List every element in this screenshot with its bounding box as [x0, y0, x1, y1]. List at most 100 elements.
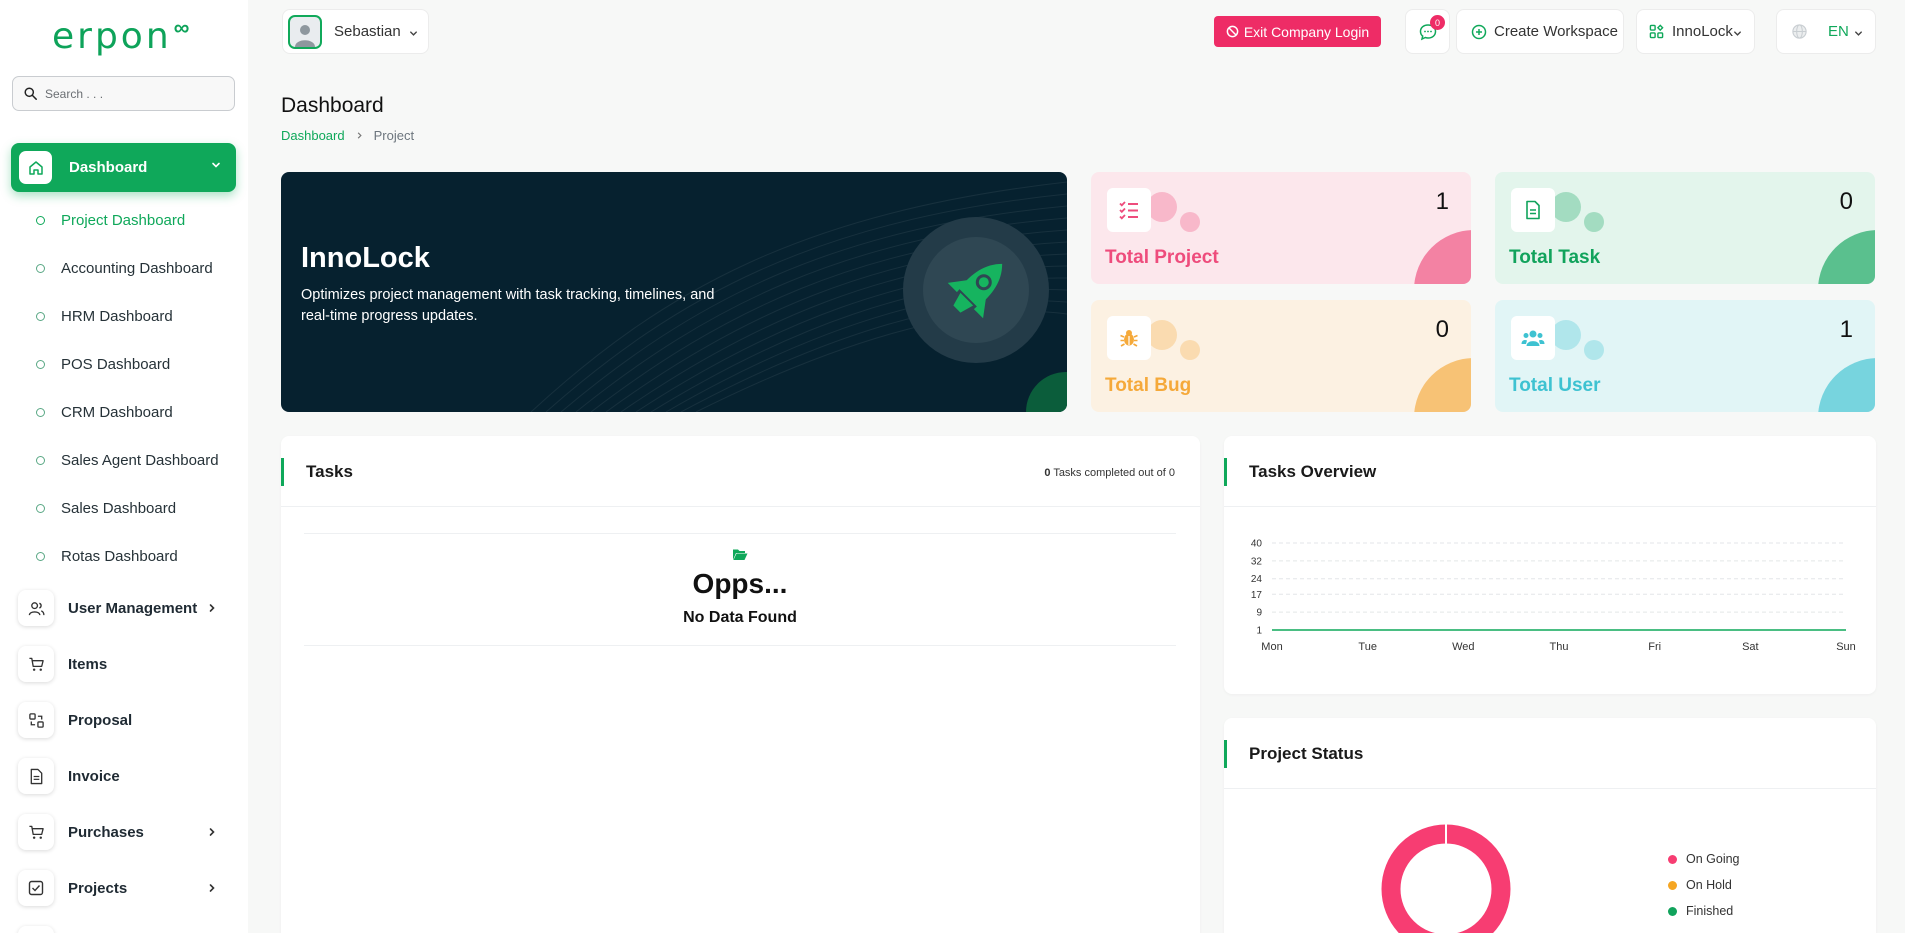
language-dropdown[interactable]: EN [1776, 9, 1876, 54]
stat-value: 0 [1435, 316, 1449, 343]
legend-swatch [1668, 854, 1677, 864]
menu-icon [18, 926, 54, 933]
header-accent [1224, 740, 1227, 768]
sidebar-item-projects[interactable]: Projects [18, 870, 228, 906]
bullet-icon [36, 215, 45, 225]
tasks-completed-text: 0 Tasks completed out of 0 [1044, 467, 1175, 479]
legend-label: On Hold [1686, 878, 1732, 892]
rocket-badge [903, 217, 1049, 363]
stat-label: Total User [1509, 375, 1601, 396]
decorative-bubble [1584, 340, 1604, 360]
project-status-title: Project Status [1249, 744, 1364, 763]
y-tick-label: 9 [1256, 608, 1262, 619]
breadcrumb-current: Project [373, 128, 415, 143]
file-icon [1511, 188, 1555, 232]
tasks-overview-title: Tasks Overview [1249, 462, 1377, 481]
stat-label: Total Project [1105, 247, 1219, 268]
decorative-corner [1414, 358, 1471, 412]
sidebar-item-dashboard[interactable]: Dashboard [11, 143, 236, 192]
stat-label: Total Bug [1105, 375, 1192, 396]
bullet-icon [36, 407, 45, 417]
exit-company-login-button[interactable]: Exit Company Login [1214, 16, 1381, 47]
stat-value: 1 [1839, 316, 1853, 343]
logo[interactable]: erpon ∞ [52, 14, 189, 58]
sidebar: erpon ∞ Dashboard Project Dashboard Acco… [0, 0, 248, 933]
bullet-icon [36, 551, 45, 561]
legend-item[interactable]: On Hold [1668, 872, 1740, 898]
project-status-legend: On Going On Hold Finished [1668, 846, 1740, 924]
y-tick-label: 40 [1251, 539, 1263, 550]
logo-infinity-icon: ∞ [173, 15, 190, 40]
sidebar-subitem-accounting-dashboard[interactable]: Accounting Dashboard [36, 257, 213, 279]
sidebar-subitem-project-dashboard[interactable]: Project Dashboard [36, 209, 185, 231]
chevron-right-icon [209, 604, 215, 612]
sidebar-item-invoice[interactable]: Invoice [18, 758, 228, 794]
sidebar-subitem-pos-dashboard[interactable]: POS Dashboard [36, 353, 170, 375]
stat-card-total-task[interactable]: 0 Total Task [1495, 172, 1875, 284]
stat-card-total-bug[interactable]: 0 Total Bug [1091, 300, 1471, 412]
project-status-panel: Project Status On Going On Hold Finished [1224, 718, 1876, 933]
stat-card-total-project[interactable]: 1 Total Project [1091, 172, 1471, 284]
decorative-corner [1414, 230, 1471, 284]
x-tick-label: Fri [1648, 641, 1661, 653]
legend-item[interactable]: On Going [1668, 846, 1740, 872]
user-menu[interactable]: Sebastian [282, 9, 429, 54]
y-tick-label: 32 [1251, 556, 1263, 567]
search-input[interactable] [45, 86, 225, 101]
decorative-corner [1818, 358, 1875, 412]
sidebar-search [12, 76, 235, 111]
globe-icon [1792, 24, 1807, 39]
list-check-icon [1107, 188, 1151, 232]
rocket-icon [947, 263, 1003, 319]
tasks-panel: Tasks 0 Tasks completed out of 0 Opps...… [281, 436, 1200, 933]
folder-open-icon [733, 549, 748, 560]
banner-description: Optimizes project management with task t… [301, 287, 715, 324]
decorative-bubble [1551, 192, 1581, 222]
breadcrumb-link-dashboard[interactable]: Dashboard [281, 128, 345, 143]
chevron-right-icon [357, 132, 362, 139]
header-accent [281, 458, 284, 486]
breadcrumb: Dashboard Project [281, 128, 414, 143]
chevron-right-icon [209, 884, 215, 892]
chevron-down-icon [1855, 31, 1862, 36]
header-accent [1224, 458, 1227, 486]
sidebar-subitem-sales-dashboard[interactable]: Sales Dashboard [36, 497, 176, 519]
plus-circle-icon [1471, 24, 1487, 39]
bullet-icon [36, 455, 45, 465]
tasks-empty-state: Opps... No Data Found [304, 533, 1176, 646]
chevron-down-icon [212, 162, 220, 168]
workspace-dropdown[interactable]: InnoLock [1636, 9, 1755, 54]
banner-title: InnoLock [301, 242, 430, 274]
sidebar-item-user-management[interactable]: User Management [18, 590, 228, 626]
legend-item[interactable]: Finished [1668, 898, 1740, 924]
sidebar-item-items[interactable]: Items [18, 646, 228, 682]
chevron-right-icon [209, 828, 215, 836]
invoice-icon [18, 758, 54, 794]
donut-slice [1381, 824, 1511, 933]
messages-badge: 0 [1430, 15, 1445, 30]
user-name: Sebastian [334, 23, 401, 40]
project-status-header: Project Status [1224, 718, 1876, 789]
x-tick-label: Wed [1452, 641, 1474, 653]
sidebar-item-proposal[interactable]: Proposal [18, 702, 228, 738]
bullet-icon [36, 311, 45, 321]
decorative-bubble [1551, 320, 1581, 350]
decorative-bubble [1584, 212, 1604, 232]
sidebar-subitem-crm-dashboard[interactable]: CRM Dashboard [36, 401, 173, 423]
sidebar-item-next[interactable] [18, 926, 228, 933]
y-tick-label: 17 [1251, 590, 1263, 601]
bug-icon [1107, 316, 1151, 360]
sidebar-item-purchases[interactable]: Purchases [18, 814, 228, 850]
create-workspace-button[interactable]: Create Workspace [1456, 9, 1624, 54]
apps-icon [1649, 24, 1664, 39]
stat-card-total-user[interactable]: 1 Total User [1495, 300, 1875, 412]
messages-button[interactable]: 0 [1405, 9, 1450, 54]
decorative-bubble [1180, 340, 1200, 360]
workspace-banner: InnoLock Optimizes project management wi… [281, 172, 1067, 412]
tasks-completed-count: 0 [1044, 467, 1051, 479]
sidebar-subitem-rotas-dashboard[interactable]: Rotas Dashboard [36, 545, 178, 567]
sidebar-subitem-sales-agent-dashboard[interactable]: Sales Agent Dashboard [36, 449, 219, 471]
tasks-completed-label: Tasks completed out of 0 [1053, 467, 1175, 479]
sidebar-subitem-hrm-dashboard[interactable]: HRM Dashboard [36, 305, 173, 327]
project-status-chart [1381, 824, 1511, 933]
